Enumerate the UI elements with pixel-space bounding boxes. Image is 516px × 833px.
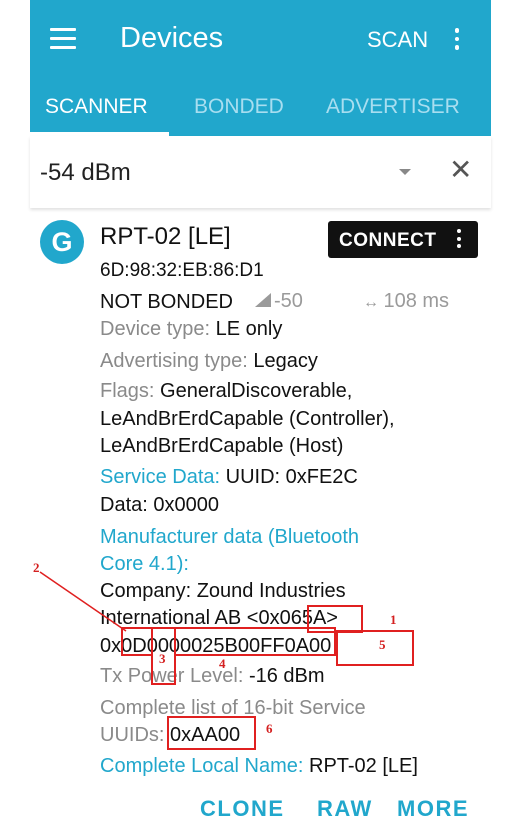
tab-bar: SCANNER BONDED ADVERTISER <box>30 80 491 136</box>
page-title: Devices <box>120 22 224 54</box>
adv-type-label: Advertising type: <box>100 350 248 372</box>
tx-power-row: Tx Power Level: -16 dBm <box>100 662 325 690</box>
adv-interval: ↔ 108 ms <box>363 290 449 313</box>
rssi-value: -50 <box>274 290 303 312</box>
annotation-box-2 <box>121 627 153 656</box>
tab-advertiser[interactable]: ADVERTISER <box>326 95 460 119</box>
local-name-value: RPT-02 [LE] <box>309 755 418 777</box>
flags-label: Flags: <box>100 380 155 402</box>
device-type-value: LE only <box>215 318 283 340</box>
signal-icon <box>255 293 271 307</box>
annotation-number-2: 2 <box>33 560 40 575</box>
local-name-row: Complete Local Name: RPT-02 [LE] <box>100 752 418 780</box>
interval-value: 108 ms <box>383 290 450 312</box>
raw-button[interactable]: RAW <box>317 796 373 822</box>
local-name-label: Complete Local Name: <box>100 755 304 777</box>
clone-button[interactable]: CLONE <box>200 796 285 822</box>
rssi-indicator: -50 <box>255 290 303 313</box>
tab-scanner[interactable]: SCANNER <box>45 95 148 119</box>
hamburger-menu-icon[interactable] <box>50 28 76 50</box>
device-menu-icon[interactable] <box>456 229 462 252</box>
uuid-list-label-2: UUIDs: <box>100 724 165 746</box>
device-type-row: Device type: LE only <box>100 315 282 343</box>
rssi-filter-value[interactable]: -54 dBm <box>40 159 131 187</box>
annotation-number-5: 5 <box>379 637 386 652</box>
device-address: 6D:98:32:EB:86:D1 <box>100 260 264 281</box>
annotation-number-1: 1 <box>390 612 397 627</box>
scan-button[interactable]: SCAN <box>367 27 428 53</box>
annotation-box-5 <box>336 630 414 666</box>
manufacturer-data-label-2: Core 4.1): <box>100 553 189 575</box>
device-name: RPT-02 [LE] <box>100 223 231 250</box>
annotation-number-3: 3 <box>159 651 166 666</box>
chevron-down-icon[interactable] <box>399 169 411 175</box>
annotation-box-6 <box>167 716 256 750</box>
more-button[interactable]: MORE <box>397 796 469 822</box>
tx-power-value: -16 dBm <box>248 665 325 687</box>
bond-state: NOT BONDED <box>100 291 233 313</box>
tab-bonded[interactable]: BONDED <box>194 95 284 119</box>
app-window: Devices SCAN SCANNER BONDED ADVERTISER -… <box>30 0 491 833</box>
annotation-number-4: 4 <box>219 656 226 671</box>
connect-button[interactable]: CONNECT <box>328 221 478 258</box>
close-icon[interactable]: ✕ <box>449 153 472 186</box>
service-data-row: Service Data: UUID: 0xFE2C <box>100 463 358 491</box>
overflow-menu-icon[interactable] <box>454 28 460 52</box>
manufacturer-data-label-1: Manufacturer data (Bluetooth <box>100 526 360 548</box>
flags-value-2: LeAndBrErdCapable (Controller), <box>100 408 395 430</box>
connect-label: CONNECT <box>339 230 437 251</box>
service-data-uuid: UUID: 0xFE2C <box>225 466 358 488</box>
device-type-label: Device type: <box>100 318 211 340</box>
flags-value-3: LeAndBrErdCapable (Host) <box>100 435 344 457</box>
flags-row: Flags: GeneralDiscoverable, <box>100 377 352 405</box>
service-data-value: Data: 0x0000 <box>100 494 219 516</box>
filter-bar[interactable]: -54 dBm ✕ <box>30 136 491 208</box>
service-data-label: Service Data: <box>100 466 221 488</box>
adv-type-value: Legacy <box>253 350 318 372</box>
flags-value-1: GeneralDiscoverable, <box>160 380 353 402</box>
device-avatar-icon: G <box>40 220 84 264</box>
adv-type-row: Advertising type: Legacy <box>100 347 318 375</box>
annotation-number-6: 6 <box>266 721 273 736</box>
interval-icon: ↔ <box>363 294 384 311</box>
company-line-1: Company: Zound Industries <box>100 580 346 602</box>
annotation-box-4 <box>174 627 336 656</box>
